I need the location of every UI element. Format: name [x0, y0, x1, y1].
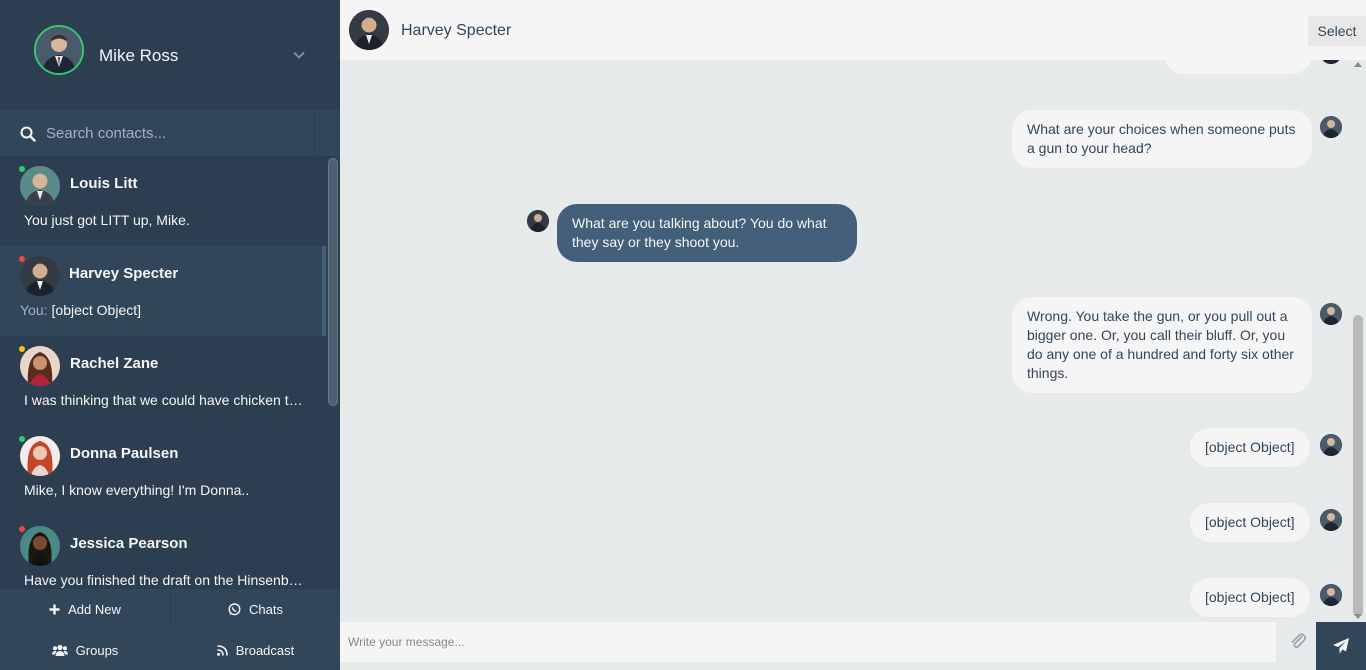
whatsapp-icon: [228, 602, 241, 615]
chat-contact-avatar: [349, 10, 389, 50]
profile-name: Mike Ross: [99, 46, 179, 65]
contact-name: Louis Litt: [70, 175, 138, 192]
contact-avatar: [20, 346, 60, 386]
add-new-label: Add New: [68, 601, 121, 617]
contact-preview: Mike, I know everything! I'm Donna..: [24, 482, 250, 498]
status-dot: [19, 166, 25, 172]
chat-header: Harvey Specter Select: [340, 0, 1366, 60]
status-dot: [19, 256, 25, 262]
contact-avatar: [20, 436, 60, 476]
chevron-down-icon[interactable]: [292, 48, 306, 62]
broadcast-button[interactable]: Broadcast: [171, 630, 340, 670]
contact-list: Louis Litt You just got LITT up, Mike. H…: [0, 156, 340, 589]
messages-scrollbar[interactable]: [1351, 60, 1365, 622]
add-new-button[interactable]: Add New: [0, 589, 170, 629]
contact-avatar: [20, 256, 60, 296]
select-button[interactable]: Select: [1308, 16, 1366, 46]
contact-name: Jessica Pearson: [70, 535, 188, 552]
message-input[interactable]: [340, 622, 1276, 662]
message-avatar: [1320, 303, 1342, 325]
message-bubble-sent: [object Object]: [1190, 503, 1310, 542]
contact-item-harvey-specter[interactable]: Harvey Specter You: [object Object]: [0, 246, 326, 336]
message-avatar: [1320, 509, 1342, 531]
send-button[interactable]: [1316, 622, 1366, 670]
contact-preview: You: [object Object]: [20, 302, 142, 318]
contact-name: Donna Paulsen: [70, 445, 179, 462]
contact-item-louis-litt[interactable]: Louis Litt You just got LITT up, Mike.: [0, 156, 326, 246]
message-bubble-sent: What are your choices when someone puts …: [1012, 110, 1312, 168]
chats-label: Chats: [249, 601, 283, 617]
scrollbar-thumb[interactable]: [328, 158, 338, 406]
plus-icon: [49, 604, 60, 614]
message-bubble-reply: What are you talking about? You do what …: [557, 204, 857, 262]
message-avatar: [1320, 434, 1342, 456]
message-list: What are your choices when someone puts …: [340, 0, 1366, 622]
contact-item-rachel-zane[interactable]: Rachel Zane I was thinking that we could…: [0, 336, 326, 426]
contact-name: Harvey Specter: [69, 265, 179, 282]
contact-preview: I was thinking that we could have chicke…: [24, 392, 306, 408]
message-bubble-sent: Wrong. You take the gun, or you pull out…: [1012, 297, 1312, 393]
chat-contact-name: Harvey Specter: [401, 22, 512, 39]
status-dot: [19, 436, 25, 442]
divider: [314, 110, 315, 156]
message-bubble-sent: [object Object]: [1190, 428, 1310, 467]
broadcast-label: Broadcast: [235, 642, 295, 658]
groups-label: Groups: [75, 642, 119, 658]
search-icon: [20, 126, 36, 142]
contact-search: [0, 110, 340, 156]
message-avatar: [527, 210, 549, 232]
paperclip-icon[interactable]: [1289, 632, 1307, 650]
message-composer: [340, 622, 1366, 670]
contact-preview: Have you finished the draft on the Hinse…: [24, 572, 306, 588]
sidebar-bottom-bar: Add New Chats Groups Broadcast: [0, 589, 340, 670]
contacts-scrollbar[interactable]: [327, 158, 339, 589]
contact-name: Rachel Zane: [70, 355, 159, 372]
user-profile[interactable]: Mike Ross: [0, 0, 340, 110]
users-icon: [51, 644, 68, 656]
scroll-up-arrow[interactable]: [1354, 62, 1362, 67]
scroll-down-arrow[interactable]: [1354, 614, 1362, 619]
message-avatar: [1320, 116, 1342, 138]
message-avatar: [1320, 584, 1342, 606]
contact-avatar: [20, 166, 60, 206]
message-bubble-sent: [object Object]: [1190, 578, 1310, 617]
contact-preview: You just got LITT up, Mike.: [24, 212, 190, 228]
profile-avatar[interactable]: [34, 25, 84, 75]
contact-item-jessica-pearson[interactable]: Jessica Pearson Have you finished the dr…: [0, 516, 326, 589]
status-dot: [19, 346, 25, 352]
groups-button[interactable]: Groups: [0, 630, 170, 670]
status-dot: [19, 526, 25, 532]
rss-icon: [216, 644, 228, 656]
search-input[interactable]: [46, 122, 306, 144]
paper-plane-icon: [1333, 638, 1349, 654]
chat-panel: What are your choices when someone puts …: [340, 0, 1366, 670]
sidebar: Mike Ross Louis Litt: [0, 0, 340, 670]
contact-item-donna-paulsen[interactable]: Donna Paulsen Mike, I know everything! I…: [0, 426, 326, 516]
chats-button[interactable]: Chats: [171, 589, 340, 629]
scrollbar-thumb[interactable]: [1353, 315, 1363, 617]
contact-avatar: [20, 526, 60, 566]
